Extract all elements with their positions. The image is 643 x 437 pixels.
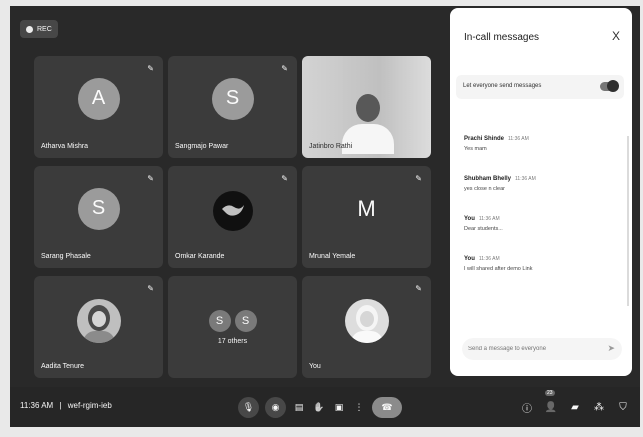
raise-hand-icon[interactable]: ✋ [312,397,326,418]
message-sender: You [464,256,475,262]
message-item: Shubham Bhelly 11:36 AM yes close n clear [464,176,622,192]
shield-icon[interactable]: ⛉ [616,399,630,415]
send-icon[interactable]: ➤ [607,343,615,354]
avatar: S [234,310,257,332]
message-item: You 11:36 AM I will shared after demo Lin… [464,256,622,272]
panel-title: In-call messages [464,32,540,43]
self-tile[interactable]: ✎ You [302,276,431,378]
avatar-letter: M [357,195,376,221]
mic-icon[interactable]: 🎙 [238,397,259,418]
participant-tile[interactable]: A ✎ Atharva Mishra [34,56,163,158]
participant-name: Sarang Phasale [41,253,91,260]
call-controls: 🎙 ◉ ▤ ✋ ▣ ⋮ ☎ [238,397,402,418]
rog-logo-icon [221,204,244,216]
people-icon[interactable]: 23 👤 [544,390,558,415]
separator: | [59,401,62,410]
participant-name: Omkar Karande [175,253,225,260]
message-input[interactable] [468,342,598,356]
avatar-photo [76,298,121,343]
message-text: Dear students... [464,226,503,232]
mic-muted-icon: ✎ [415,284,422,293]
participant-tile[interactable]: S ✎ Sangmajo Pawar [168,56,297,158]
messages-scrollbar[interactable] [627,136,629,306]
mic-muted-icon: ✎ [147,64,154,73]
in-call-messages-panel: In-call messages X Let everyone send mes… [450,8,632,376]
message-time: 11:36 AM [478,216,500,222]
message-text: I will shared after demo Link [464,266,533,272]
avatar: A [77,77,120,120]
avatar-photo [344,298,389,343]
captions-icon[interactable]: ▤ [292,397,306,418]
meeting-details: 11:36 AM | wef-rgim-ieb [20,401,112,410]
side-controls: ⓘ 23 👤 ▰ ⁂ ⛉ [520,390,630,415]
participant-name: You [309,363,321,370]
message-text: yes close n clear [464,186,505,192]
allow-messages-toggle[interactable] [600,80,619,92]
participant-tile[interactable]: M ✎ Mrunal Yemale [302,166,431,268]
camera-icon[interactable]: ◉ [265,397,286,418]
participant-name: Sangmajo Pawar [175,143,229,150]
message-item: Prachi Shinde 11:36 AM Yes mam [464,136,622,152]
message-list: Prachi Shinde 11:36 AM Yes mam Shubham Bh… [464,136,622,296]
message-time: 11:36 AM [508,136,529,142]
participant-name: Aadita Tenure [41,363,85,370]
recording-label: REC [37,25,52,33]
message-time: 11:36 AM [478,256,500,262]
avatar: S [211,77,254,120]
others-avatars: S S [208,310,257,332]
allow-messages-row: Let everyone send messages [456,75,624,99]
participant-video-tile[interactable]: ⋯ Jatinbro Rathi [302,56,431,158]
record-dot-icon [26,25,33,33]
avatar: S [77,187,120,230]
meet-window: REC A ✎ Atharva Mishra S ✎ Sangmajo Pawa… [10,6,640,427]
message-sender: Shubham Bhelly [464,176,512,182]
toggle-label: Let everyone send messages [463,83,542,89]
activities-icon[interactable]: ⁂ [592,399,606,415]
others-count: 17 others [217,338,248,345]
mic-muted-icon: ✎ [281,64,288,73]
message-item: You 11:36 AM Dear students... [464,216,622,232]
message-sender: You [464,216,475,222]
close-icon[interactable]: X [612,29,620,43]
participant-name: Jatinbro Rathi [309,143,353,150]
message-composer: ➤ [462,338,622,360]
participant-name: Mrunal Yemale [309,253,356,260]
message-sender: Prachi Shinde [464,136,505,142]
bottom-toolbar: 11:36 AM | wef-rgim-ieb 🎙 ◉ ▤ ✋ ▣ ⋮ ☎ ⓘ … [10,387,640,427]
avatar: S [208,310,231,332]
mic-muted-icon: ✎ [147,284,154,293]
clock-time: 11:36 AM [20,401,54,410]
message-text: Yes mam [464,146,487,152]
chat-icon[interactable]: ▰ [568,399,582,415]
mic-muted-icon: ✎ [147,174,154,183]
mic-muted-icon: ✎ [415,174,422,183]
message-time: 11:36 AM [515,176,536,182]
present-icon[interactable]: ▣ [332,397,346,418]
mic-muted-icon: ✎ [281,174,288,183]
participant-count-badge: 23 [545,390,555,396]
rog-logo-avatar [212,190,253,231]
others-tile[interactable]: S S 17 others [168,276,297,378]
more-options-icon[interactable]: ⋮ [352,397,366,418]
participant-tile[interactable]: ✎ Aadita Tenure [34,276,163,378]
info-icon[interactable]: ⓘ [520,399,534,415]
participant-tile[interactable]: S ✎ Sarang Phasale [34,166,163,268]
meeting-code: wef-rgim-ieb [67,401,112,410]
recording-indicator: REC [20,20,58,38]
participant-tile[interactable]: ✎ Omkar Karande [168,166,297,268]
person-head [356,94,380,122]
end-call-icon[interactable]: ☎ [372,397,402,418]
participant-name: Atharva Mishra [41,143,89,150]
